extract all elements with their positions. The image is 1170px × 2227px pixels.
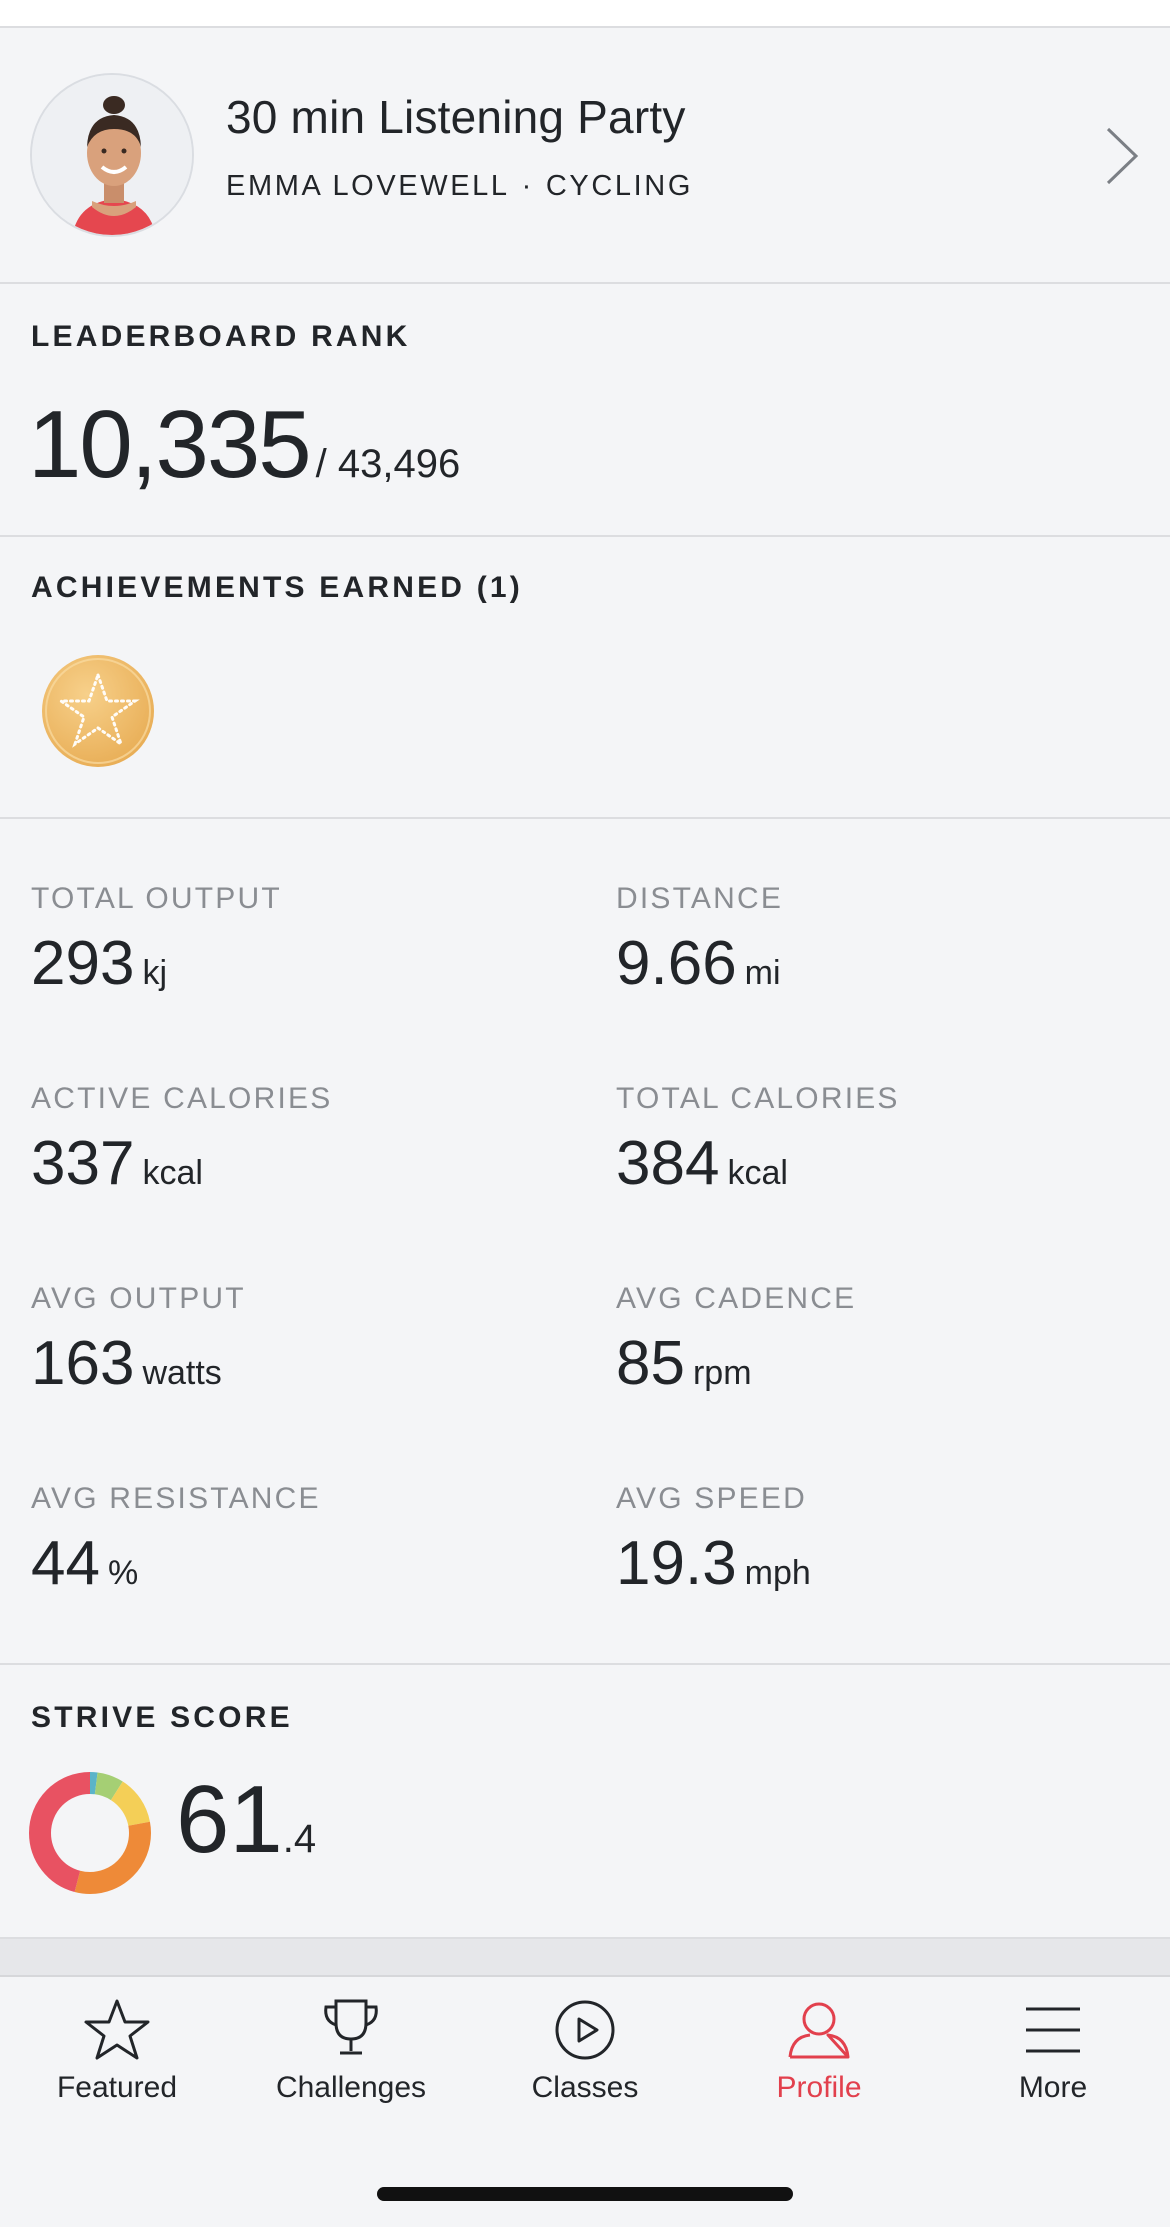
play-circle-icon [555, 2000, 615, 2060]
stat-distance: DISTANCE 9.66 mi [616, 882, 1170, 999]
class-header[interactable]: 30 min Listening Party EMMA LOVEWELL · CYC… [0, 28, 1170, 284]
menu-icon [1026, 2007, 1080, 2053]
tab-label: Challenges [275, 2071, 427, 2104]
stat-label: DISTANCE [616, 882, 784, 915]
stat-unit: kj [142, 954, 168, 992]
strive-score-main: 61 [176, 1766, 283, 1873]
stat-avg-speed: AVG SPEED 19.3 mph [616, 1482, 1170, 1599]
achievements-section: ACHIEVEMENTS EARNED (1) [0, 537, 1170, 819]
stat-total-calories: TOTAL CALORIES 384 kcal [616, 1082, 1170, 1199]
stat-unit: mi [744, 954, 781, 992]
stat-avg-cadence: AVG CADENCE 85 rpm [616, 1282, 1170, 1399]
stat-value: 337 [31, 1129, 135, 1198]
leaderboard-total: / 43,496 [315, 442, 461, 486]
section-divider [0, 1939, 1170, 1977]
stat-label: AVG OUTPUT [31, 1282, 246, 1315]
strive-score-decimal: .4 [282, 1817, 317, 1861]
strive-score-value: 61.4 [176, 1765, 316, 1875]
instructor-avatar [30, 73, 194, 237]
tab-label: Classes [531, 2071, 639, 2104]
workout-stats: TOTAL OUTPUT 293 kj DISTANCE 9.66 mi ACTIV… [0, 819, 1170, 1665]
stat-avg-resistance: AVG RESISTANCE 44% [31, 1482, 591, 1599]
stat-unit: rpm [692, 1354, 752, 1392]
top-bar [0, 0, 1170, 28]
class-title: 30 min Listening Party [226, 91, 686, 143]
stat-value: 85 [616, 1329, 685, 1398]
stat-unit: mph [744, 1554, 811, 1592]
leaderboard-rank: 10,335 [28, 391, 312, 498]
stat-value: 293 [31, 929, 135, 998]
leaderboard-section: LEADERBOARD RANK 10,335/ 43,496 [0, 284, 1170, 537]
tab-featured[interactable]: Featured [0, 1995, 234, 2125]
star-icon [84, 1999, 150, 2060]
stat-avg-output: AVG OUTPUT 163 watts [31, 1282, 591, 1399]
stat-value: 163 [31, 1329, 135, 1398]
strive-score-section: STRIVE SCORE 61.4 [0, 1665, 1170, 1939]
class-discipline: CYCLING [545, 170, 693, 202]
stat-value: 44 [31, 1529, 100, 1598]
leaderboard-value: 10,335/ 43,496 [28, 390, 460, 500]
stat-value: 9.66 [616, 929, 737, 998]
person-icon [788, 2002, 850, 2059]
stat-value: 384 [616, 1129, 720, 1198]
home-indicator [377, 2187, 793, 2201]
strive-score-label: STRIVE SCORE [31, 1701, 293, 1734]
stat-unit: kcal [142, 1154, 203, 1192]
stat-label: TOTAL CALORIES [616, 1082, 900, 1115]
tab-label: Featured [56, 2071, 178, 2104]
star-medal-icon[interactable] [40, 653, 156, 769]
trophy-icon [324, 1999, 378, 2055]
stat-label: ACTIVE CALORIES [31, 1082, 333, 1115]
chevron-right-icon[interactable] [1102, 123, 1142, 189]
stat-value: 19.3 [616, 1529, 737, 1598]
stat-unit: watts [142, 1354, 222, 1392]
stat-label: AVG RESISTANCE [31, 1482, 321, 1515]
subtitle-separator: · [521, 170, 534, 202]
tab-challenges[interactable]: Challenges [234, 1995, 468, 2125]
tab-more[interactable]: More [936, 1995, 1170, 2125]
stat-label: AVG CADENCE [616, 1282, 857, 1315]
tab-profile[interactable]: Profile [702, 1995, 936, 2125]
achievements-label: ACHIEVEMENTS EARNED (1) [31, 571, 523, 604]
stat-label: AVG SPEED [616, 1482, 807, 1515]
stat-label: TOTAL OUTPUT [31, 882, 282, 915]
stat-unit: % [107, 1554, 139, 1592]
stat-total-output: TOTAL OUTPUT 293 kj [31, 882, 591, 999]
tab-classes[interactable]: Classes [468, 1995, 702, 2125]
tab-label: Profile [776, 2071, 862, 2104]
class-subtitle: EMMA LOVEWELL · CYCLING [226, 170, 693, 203]
tab-label: More [1018, 2071, 1088, 2104]
stat-unit: kcal [727, 1154, 788, 1192]
strive-zone-donut[interactable] [28, 1771, 152, 1895]
leaderboard-label: LEADERBOARD RANK [31, 320, 411, 353]
stat-active-calories: ACTIVE CALORIES 337 kcal [31, 1082, 591, 1199]
instructor-name: EMMA LOVEWELL [226, 170, 510, 202]
